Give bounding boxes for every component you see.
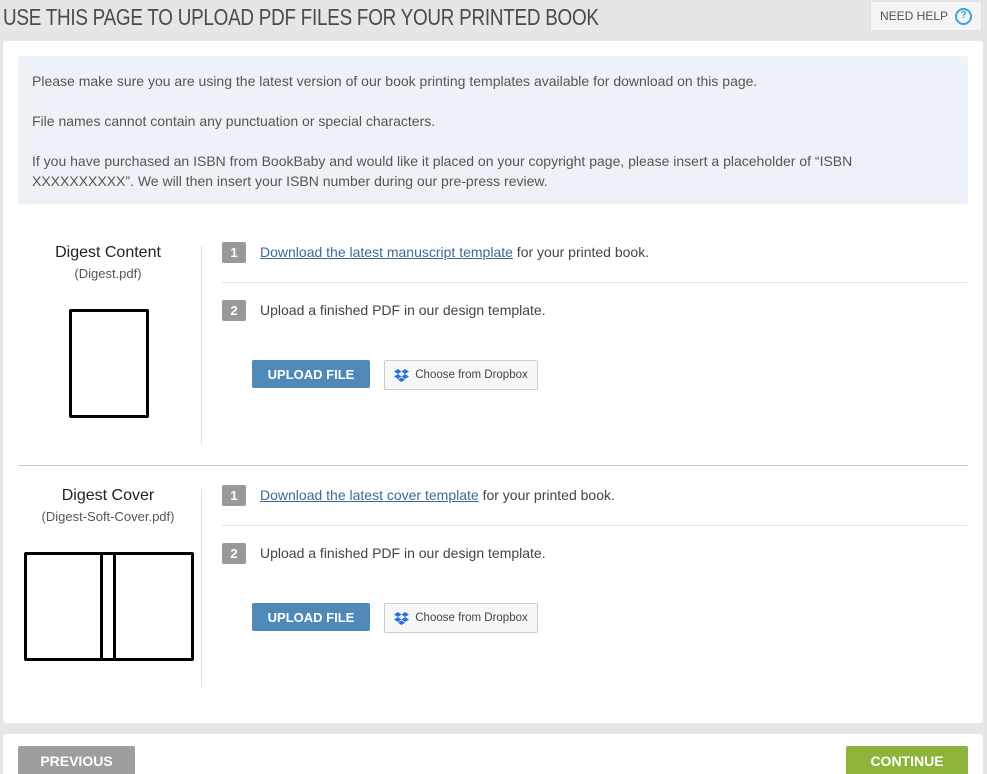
dropbox-icon <box>394 611 410 625</box>
choose-from-dropbox-button[interactable]: Choose from Dropbox <box>384 603 538 633</box>
step-upload-text: Upload a finished PDF in our design temp… <box>260 545 546 561</box>
section-divider-vertical <box>201 246 202 444</box>
upload-panel: Please make sure you are using the lates… <box>3 41 983 723</box>
step-download-suffix: for your printed book. <box>512 244 650 260</box>
page-title: USE THIS PAGE TO UPLOAD PDF FILES FOR YO… <box>3 4 599 30</box>
section-title-cover: Digest Cover <box>61 487 155 504</box>
section-divider <box>18 465 968 466</box>
need-help-button[interactable]: NEED HELP ? <box>870 1 982 31</box>
previous-button[interactable]: PREVIOUS <box>18 746 135 774</box>
instructions-notice: Please make sure you are using the lates… <box>18 56 968 204</box>
step-number: 2 <box>222 543 246 564</box>
upload-file-button[interactable]: UPLOAD FILE <box>252 603 370 631</box>
step-divider <box>222 525 967 526</box>
cover-spread-book-icon <box>24 552 194 661</box>
step-divider <box>222 282 967 283</box>
download-cover-template-link[interactable]: Download the latest cover template <box>260 487 479 503</box>
question-circle-icon: ? <box>955 7 973 25</box>
section-divider-vertical <box>201 489 202 687</box>
need-help-label: NEED HELP <box>879 9 949 23</box>
notice-line-filenames: File names cannot contain any punctuatio… <box>32 113 436 129</box>
notice-line-isbn: If you have purchased an ISBN from BookB… <box>32 153 853 189</box>
upload-file-button[interactable]: UPLOAD FILE <box>252 360 370 388</box>
step-number: 1 <box>222 485 246 506</box>
step-download-text: Download the latest manuscript template … <box>260 244 649 260</box>
notice-line-templates: Please make sure you are using the lates… <box>32 73 758 89</box>
step-download-text: Download the latest cover template for y… <box>260 487 615 503</box>
dropbox-icon <box>394 368 410 382</box>
dropbox-label: Choose from Dropbox <box>415 612 528 624</box>
section-title-content: Digest Content <box>55 244 161 261</box>
choose-from-dropbox-button[interactable]: Choose from Dropbox <box>384 360 538 390</box>
step-number: 2 <box>222 300 246 321</box>
dropbox-label: Choose from Dropbox <box>415 369 528 381</box>
section-filename-content: (Digest.pdf) <box>74 266 142 281</box>
step-upload-text: Upload a finished PDF in our design temp… <box>260 302 546 318</box>
section-filename-cover: (Digest-Soft-Cover.pdf) <box>41 509 175 524</box>
continue-button[interactable]: CONTINUE <box>846 746 968 774</box>
step-download-suffix: for your printed book. <box>478 487 615 503</box>
single-page-book-icon <box>69 309 149 418</box>
step-number: 1 <box>222 242 246 263</box>
footer-bar <box>3 734 983 774</box>
download-manuscript-template-link[interactable]: Download the latest manuscript template <box>260 244 513 260</box>
